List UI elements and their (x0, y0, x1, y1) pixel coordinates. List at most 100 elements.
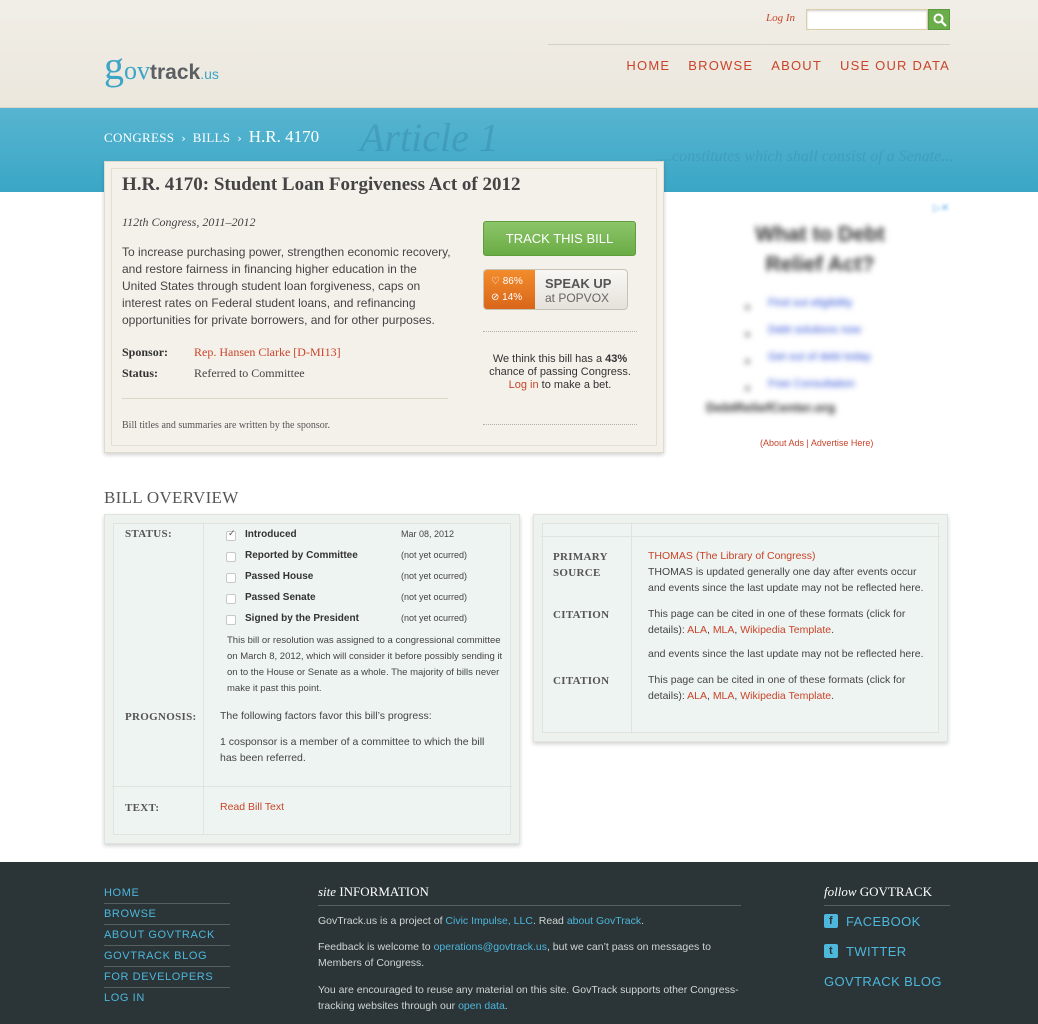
citation-text: This page can be cited in one of these f… (648, 608, 906, 636)
extra-line: and events since the last update may not… (648, 648, 924, 660)
nav-browse[interactable]: BROWSE (688, 58, 753, 73)
status-label: Status: (122, 366, 159, 380)
prognosis-login-link[interactable]: Log in (509, 379, 539, 391)
breadcrumb-current: H.R. 4170 (248, 127, 320, 146)
status-date: Mar 08, 2012 (401, 529, 455, 539)
ad-info-icon[interactable]: ▷✕ (933, 203, 949, 217)
status-date: (not yet ocurred) (401, 550, 468, 560)
site-info-p2: Feedback is welcome to operations@govtra… (318, 939, 718, 971)
bullet-icon (745, 386, 750, 391)
ad-item[interactable]: Debt solutions now (768, 324, 861, 336)
heart-icon: ♡ (491, 276, 500, 287)
govtrack-blog-link[interactable]: GOVTRACK BLOG (824, 972, 942, 990)
row-divider (541, 536, 940, 537)
citation-mla-link[interactable]: MLA (713, 624, 735, 636)
bill-title: H.R. 4170: Student Loan Forgiveness Act … (122, 174, 521, 195)
citation-ala-link[interactable]: ALA (687, 624, 707, 636)
search-button[interactable] (928, 9, 950, 30)
heading-text: GOVTRACK (859, 884, 932, 899)
nav-about[interactable]: ABOUT (771, 58, 822, 73)
prognosis-box: We think this bill has a 43% chance of p… (483, 353, 637, 392)
primary-source-text: THOMAS is updated generally one day afte… (648, 566, 924, 594)
ad-item[interactable]: Free Consultation (768, 378, 855, 390)
nav-use-our-data[interactable]: USE OUR DATA (840, 58, 950, 73)
oppose-percent: 14% (502, 292, 523, 303)
breadcrumb-congress[interactable]: CONGRESS (104, 130, 174, 146)
ad-links[interactable]: (About Ads | Advertise Here) (760, 438, 873, 448)
status-date: (not yet ocurred) (401, 571, 468, 581)
footer-nav-about[interactable]: ABOUT GOVTRACK (104, 925, 230, 946)
prognosis-text: The following factors favor this bill’s … (220, 710, 432, 722)
footer-nav-browse[interactable]: BROWSE (104, 904, 230, 925)
ad-item[interactable]: Get out of debt today (768, 351, 871, 363)
facebook-link[interactable]: f FACEBOOK (824, 912, 921, 930)
status-description: This bill or resolution was assigned to … (227, 635, 503, 694)
nav-home[interactable]: HOME (626, 58, 670, 73)
checkbox-icon (226, 594, 236, 604)
read-bill-text-link[interactable]: Read Bill Text (220, 799, 284, 815)
open-data-link[interactable]: open data (458, 1000, 505, 1012)
follow-heading: follow GOVTRACK (824, 884, 932, 900)
row-divider (112, 786, 512, 787)
twitter-link[interactable]: t TWITTER (824, 942, 907, 960)
site-info-p3: You are encouraged to reuse any material… (318, 984, 739, 1012)
status-name: Passed Senate (245, 592, 316, 603)
footer-nav-blog[interactable]: GOVTRACK BLOG (104, 946, 230, 967)
band-decoration-script: ...constitutes which shall consist of a … (660, 148, 954, 165)
ad-item[interactable]: Find out eligibility (768, 297, 852, 309)
citation-wikipedia-link[interactable]: Wikipedia Template (740, 690, 831, 702)
prognosis-pre: We think this bill has a (492, 353, 603, 365)
search-input[interactable] (806, 9, 928, 30)
status-date: (not yet ocurred) (401, 592, 468, 602)
sponsor-link[interactable]: Rep. Hansen Clarke [D-MI13] (194, 345, 341, 360)
column-divider (203, 522, 204, 834)
thomas-link[interactable]: THOMAS (The Library of Congress) (648, 548, 815, 564)
twitter-label: TWITTER (846, 943, 907, 959)
status-name: Signed by the President (245, 613, 359, 624)
no-icon: ⊘ (491, 292, 500, 303)
p3-pre: You are encouraged to reuse any material… (318, 984, 739, 1012)
prognosis-post: chance of passing Congress. (489, 366, 631, 378)
bullet-icon (745, 359, 750, 364)
prognosis-after-login: to make a bet. (541, 379, 612, 391)
nav-divider (548, 44, 950, 45)
govtrack-logo[interactable]: g ov track .us (104, 46, 219, 90)
bullet-icon (745, 332, 750, 337)
about-govtrack-link[interactable]: about GovTrack (567, 915, 641, 927)
facebook-icon: f (824, 914, 838, 928)
chevron-right-icon: › (181, 132, 186, 145)
citation-wikipedia-link[interactable]: Wikipedia Template (740, 624, 831, 636)
divider (318, 905, 741, 906)
dotted-divider (483, 424, 637, 425)
footer-nav-login[interactable]: LOG IN (104, 988, 230, 1009)
ad-footer: DebtReliefCenter.org (706, 400, 836, 415)
citation-mla-link[interactable]: MLA (713, 690, 735, 702)
citation-heading: CITATION (553, 609, 610, 621)
citation-heading: CITATION (553, 675, 610, 687)
main-nav: HOME BROWSE ABOUT USE OUR DATA (626, 58, 950, 73)
footer-nav-home[interactable]: HOME (104, 883, 230, 904)
login-link[interactable]: Log In (766, 12, 795, 24)
ad-title: What to Debt Relief Act? (755, 223, 885, 276)
popvox-widget[interactable]: ♡ 86% ⊘ 14% SPEAK UP at POPVOX (483, 269, 628, 310)
civic-impulse-link[interactable]: Civic Impulse, LLC (445, 915, 533, 927)
overview-heading: BILL OVERVIEW (104, 488, 239, 507)
sponsor-label: Sponsor: (122, 345, 169, 359)
citation-ala-link[interactable]: ALA (687, 690, 707, 702)
logo-g: g (104, 43, 124, 88)
popvox-stats: ♡ 86% ⊘ 14% (484, 270, 535, 309)
track-bill-button[interactable]: TRACK THIS BILL (483, 221, 636, 256)
advertisement[interactable]: What to Debt Relief Act? Find out eligib… (690, 205, 950, 430)
breadcrumb-bills[interactable]: BILLS (193, 130, 231, 146)
p2-pre: Feedback is welcome to (318, 941, 431, 953)
status-name: Introduced (245, 529, 297, 540)
p1-pre: GovTrack.us is a project of (318, 915, 443, 927)
site-info-p1: GovTrack.us is a project of Civic Impuls… (318, 915, 645, 927)
prognosis-percent: 43% (605, 353, 628, 365)
facebook-label: FACEBOOK (846, 913, 921, 929)
p1-mid: . Read (532, 915, 564, 927)
footer-nav-developers[interactable]: FOR DEVELOPERS (104, 967, 230, 988)
citation-text: This page can be cited in one of these f… (648, 674, 906, 702)
email-link[interactable]: operations@govtrack.us (434, 941, 547, 953)
site-header: g ov track .us Log In HOME BROWSE ABOUT USE… (0, 0, 1038, 108)
